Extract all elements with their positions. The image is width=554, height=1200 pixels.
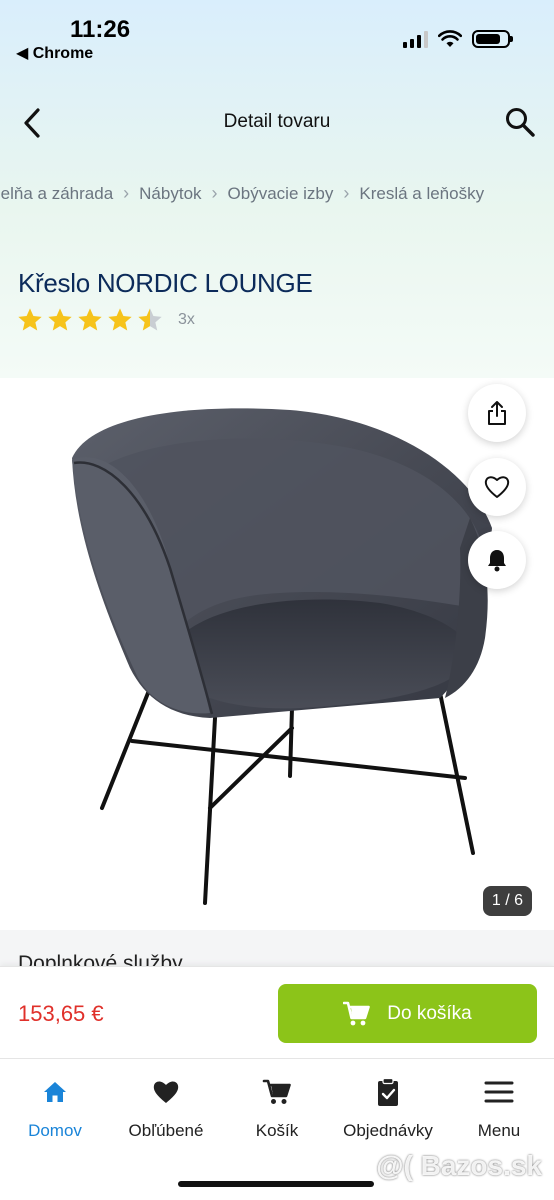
star-full-icon — [78, 308, 102, 331]
rating-stars[interactable]: 3x — [16, 306, 195, 334]
star-full-icon — [48, 308, 72, 331]
tab-label: Menu — [477, 1121, 521, 1140]
chevron-right-icon: › — [211, 183, 218, 203]
tab-orders[interactable]: Objednávky — [333, 1077, 443, 1141]
battery-icon — [472, 30, 513, 48]
page-title: Detail tovaru — [223, 111, 331, 132]
cart-icon — [343, 1001, 371, 1025]
breadcrumb-item[interactable]: Nábytok — [139, 184, 201, 204]
rating-count: 3x — [178, 311, 195, 328]
add-to-favorites-button[interactable] — [468, 458, 526, 516]
product-photo-chair — [72, 408, 492, 905]
hamburger-menu-icon — [484, 1081, 514, 1103]
signal-icon — [403, 30, 428, 48]
tab-home[interactable]: Domov — [0, 1077, 110, 1141]
star-full-icon — [18, 308, 42, 331]
breadcrumb-item[interactable]: , dielňa a záhrada — [0, 184, 113, 204]
breadcrumb-item[interactable]: Kreslá a leňošky — [359, 184, 484, 204]
home-icon — [44, 1082, 66, 1102]
additional-services-section: Doplnkové služby — [0, 930, 554, 970]
chevron-right-icon: › — [123, 183, 130, 203]
home-indicator — [178, 1181, 374, 1187]
breadcrumb-item[interactable]: Obývacie izby — [228, 184, 334, 204]
add-to-cart-label: Do košíka — [387, 1002, 472, 1024]
tab-label: Košík — [255, 1121, 299, 1140]
price: 153,65 € — [18, 1001, 104, 1026]
tab-menu[interactable]: Menu — [444, 1077, 554, 1141]
watchdog-alert-button[interactable] — [468, 531, 526, 589]
orders-clipboard-icon — [378, 1077, 398, 1106]
share-button[interactable] — [468, 384, 526, 442]
status-time: 11:26 — [70, 16, 131, 43]
tab-label: Objednávky — [343, 1121, 433, 1140]
star-full-icon — [108, 308, 132, 331]
watermark-logo: @( Bazos.sk — [376, 1150, 542, 1181]
tab-label: Obľúbené — [128, 1121, 204, 1140]
add-to-cart-button[interactable]: Do košíka — [278, 984, 537, 1043]
product-title: Křeslo NORDIC LOUNGE — [18, 268, 313, 298]
breadcrumb: , dielňa a záhrada › Nábytok › Obývacie … — [0, 183, 554, 204]
back-to-chrome[interactable]: ◀ Chrome — [16, 43, 93, 63]
status-icons — [403, 30, 513, 48]
share-icon — [488, 401, 506, 425]
tab-label: Domov — [28, 1121, 82, 1140]
image-counter: 1 / 6 — [482, 886, 532, 916]
chevron-right-icon: › — [343, 183, 350, 203]
heart-icon — [153, 1081, 179, 1103]
bell-icon — [488, 550, 506, 572]
cart-icon — [262, 1079, 291, 1104]
tab-favorites[interactable]: Obľúbené — [111, 1077, 221, 1141]
purchase-bar: 153,65 € Do košíka — [0, 966, 554, 1058]
heart-outline-icon — [484, 476, 510, 498]
product-image-gallery[interactable]: 1 / 6 — [0, 378, 554, 930]
star-half-icon — [138, 308, 162, 331]
tab-cart[interactable]: Košík — [222, 1077, 332, 1141]
wifi-icon — [438, 30, 462, 47]
search-icon[interactable] — [504, 106, 536, 138]
